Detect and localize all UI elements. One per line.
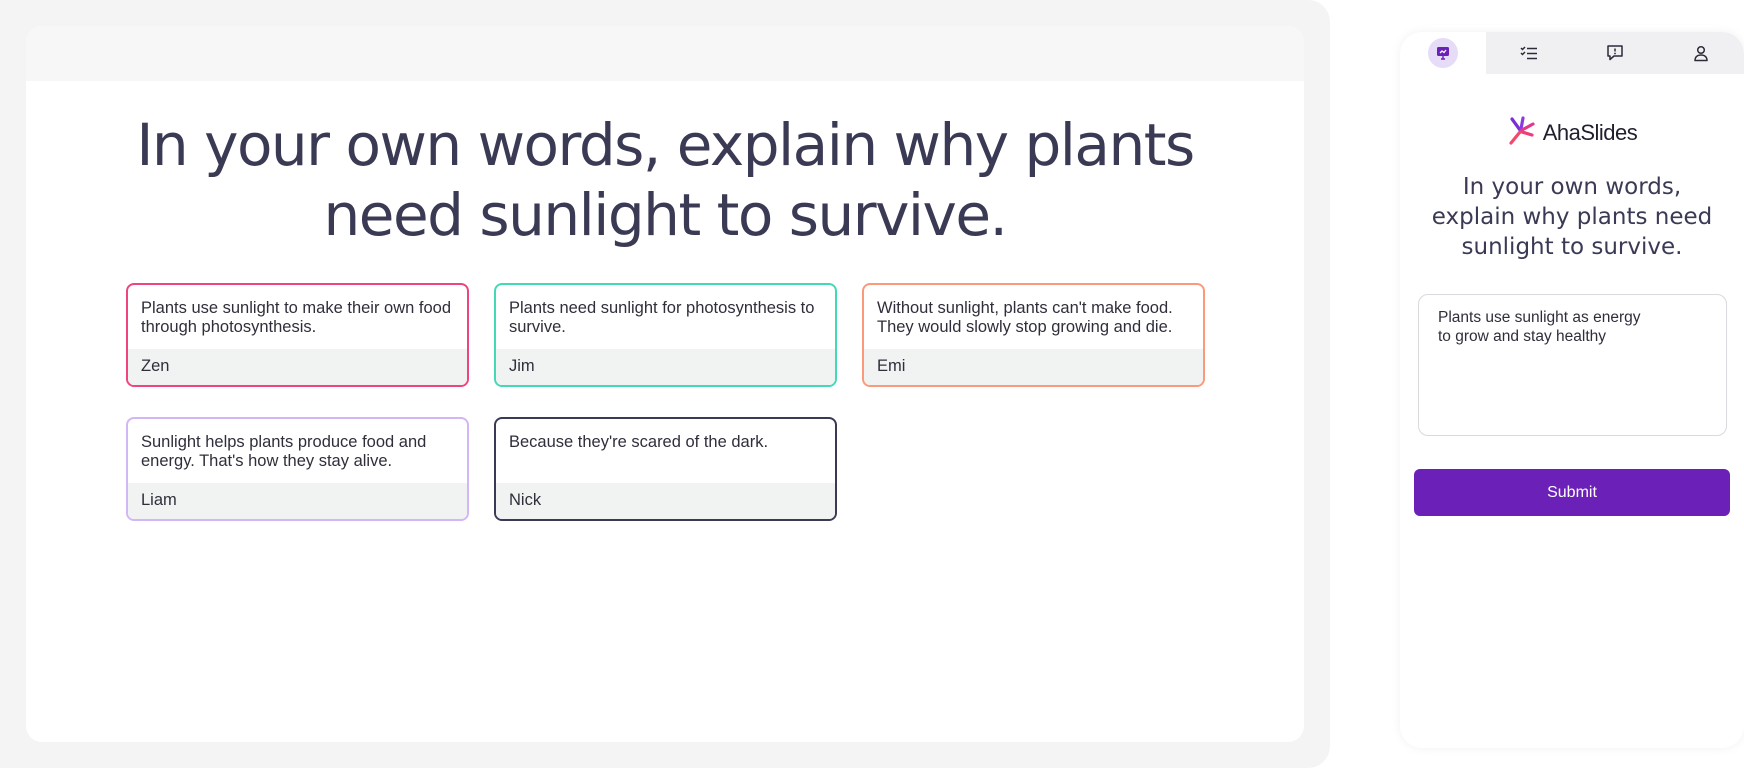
response-text: Without sunlight, plants can't make food…: [877, 299, 1173, 336]
phone-tab-bar: [1400, 32, 1744, 74]
response-text: Because they're scared of the dark.: [509, 433, 769, 451]
response-author: Liam: [128, 483, 467, 519]
response-card: Sunlight helps plants produce food and e…: [126, 417, 469, 521]
ahaslides-logo: AhaSlides: [1400, 116, 1744, 150]
response-card: Plants use sunlight to make their own fo…: [126, 283, 469, 387]
tab-presentation[interactable]: [1400, 32, 1486, 74]
response-text: Plants use sunlight to make their own fo…: [141, 299, 452, 336]
user-icon: [1686, 38, 1716, 68]
logo-text: AhaSlides: [1542, 120, 1638, 145]
response-author: Emi: [864, 349, 1203, 385]
response-card: Because they're scared of the dark. Nick: [494, 417, 837, 521]
checklist-icon: [1514, 38, 1544, 68]
response-author: Nick: [496, 483, 835, 519]
response-card: Plants need sunlight for photosynthesis …: [494, 283, 837, 387]
phone-question: In your own words, explain why plants ne…: [1431, 174, 1713, 260]
tab-chat[interactable]: [1572, 32, 1658, 74]
submit-button[interactable]: Submit: [1414, 469, 1730, 516]
slide-question-heading: In your own words, explain why plants ne…: [136, 111, 1195, 249]
response-author: Jim: [496, 349, 835, 385]
response-text: Plants need sunlight for photosynthesis …: [509, 299, 815, 336]
presentation-icon: [1428, 38, 1458, 68]
tab-checklist[interactable]: [1486, 32, 1572, 74]
chat-icon: [1600, 38, 1630, 68]
response-card: Without sunlight, plants can't make food…: [862, 283, 1205, 387]
slide-top-bar: [26, 26, 1304, 81]
participant-phone: AhaSlides In your own words, explain why…: [1400, 32, 1744, 748]
tab-profile[interactable]: [1658, 32, 1744, 74]
presenter-frame: In your own words, explain why plants ne…: [0, 0, 1330, 768]
response-author: Zen: [128, 349, 467, 385]
response-text: Sunlight helps plants produce food and e…: [141, 433, 427, 470]
answer-textarea[interactable]: Plants use sunlight as energy to grow an…: [1418, 294, 1727, 436]
logo-mark-icon: [1507, 116, 1537, 150]
